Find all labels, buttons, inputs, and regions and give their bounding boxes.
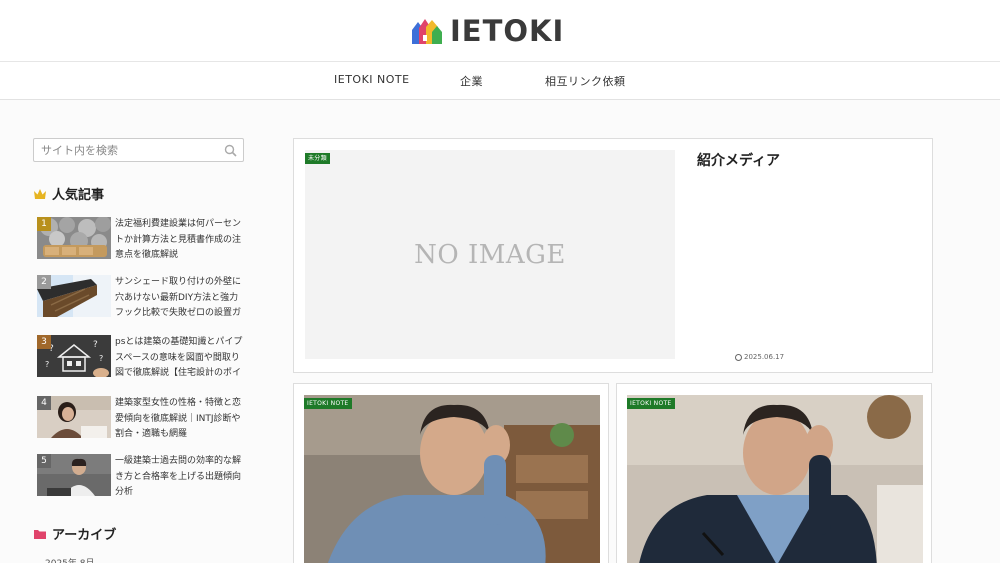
svg-text:?: ? (45, 360, 49, 369)
svg-text:?: ? (99, 354, 103, 363)
svg-text:?: ? (93, 340, 98, 350)
search-icon[interactable] (224, 144, 237, 157)
global-nav: IETOKI NOTE 企業 相互リンク依頼 (0, 62, 1000, 100)
popular-item[interactable]: 1 法定福利費建設業は何パーセントか計算方法と見積書作成の注意点を徹底解説 (33, 217, 245, 263)
popular-item-title[interactable]: psとは建築の基礎知識とパイプスペースの意味を図面や間取り図で徹底解説【住宅設計… (115, 335, 245, 382)
clock-icon (735, 353, 742, 361)
popular-item-title[interactable]: 建築家型女性の性格・特徴と恋愛傾向を徹底解説｜INTJ診断や割合・適職も網羅 (115, 396, 245, 443)
popular-item-title[interactable]: 法定福利費建設業は何パーセントか計算方法と見積書作成の注意点を徹底解説 (115, 217, 245, 264)
archive-widget-title: アーカイブ (33, 524, 116, 543)
popular-item-title[interactable]: 一級建築士過去問の効率的な解き方と合格率を上げる出題傾向分析 (115, 454, 245, 501)
rank-badge: 5 (37, 454, 51, 468)
rank-badge: 3 (37, 335, 51, 349)
crown-icon (34, 188, 46, 199)
popular-item[interactable]: 4 建築家型女性の性格・特徴と恋愛傾向を徹底解説｜INTJ診断や割合・適職も網羅 (33, 396, 245, 442)
sidebar: 人気記事 1 法定福利費建設業は何パーセントか計算方法と見積書作成の注意点を徹底… (33, 138, 245, 563)
article-card[interactable]: IETOKI NOTE (293, 383, 609, 563)
archive-title: アーカイブ (52, 528, 117, 543)
search-box (33, 138, 244, 162)
logo-text: IETOKI (450, 14, 565, 48)
popular-item[interactable]: 2 サンシェード取り付けの外壁に穴あけない最新DIY方法と強力フック比較で失敗ゼ… (33, 275, 245, 321)
nav-item-link-request[interactable]: 相互リンク依頼 (545, 73, 626, 89)
popular-widget-title: 人気記事 (33, 184, 104, 203)
category-badge: 未分類 (305, 153, 330, 164)
rank-badge: 4 (37, 396, 51, 410)
post-date: 2025.06.17 (735, 353, 784, 361)
featured-article-card[interactable]: NO IMAGE 未分類 紹介メディア 2025.06.17 (293, 138, 933, 373)
post-date-text: 2025.06.17 (744, 353, 785, 361)
category-badge: IETOKI NOTE (627, 398, 675, 409)
popular-item[interactable]: 5 一級建築士過去問の効率的な解き方と合格率を上げる出題傾向分析 (33, 454, 245, 500)
nav-item-ietoki-note[interactable]: IETOKI NOTE (334, 73, 410, 86)
article-card[interactable]: IETOKI NOTE (616, 383, 932, 563)
popular-item[interactable]: ? ? ? ? 3 psとは建築の基礎知識とパイプスペースの意味を図面や間取り図… (33, 335, 245, 381)
folder-icon (34, 529, 46, 539)
nav-item-company[interactable]: 企業 (460, 73, 483, 89)
article-thumbnail[interactable] (304, 395, 600, 563)
category-badge: IETOKI NOTE (304, 398, 352, 409)
house-logo-icon (412, 19, 442, 44)
site-logo[interactable]: IETOKI (410, 14, 564, 48)
rank-badge: 1 (37, 217, 51, 231)
popular-item-title[interactable]: サンシェード取り付けの外壁に穴あけない最新DIY方法と強力フック比較で失敗ゼロの… (115, 275, 245, 322)
no-image-text: NO IMAGE (414, 239, 566, 270)
no-image-placeholder[interactable]: NO IMAGE (305, 150, 675, 359)
site-header: IETOKI (0, 0, 1000, 62)
popular-title: 人気記事 (52, 188, 105, 203)
article-thumbnail[interactable] (627, 395, 923, 563)
featured-article-title[interactable]: 紹介メディア (697, 150, 780, 170)
search-input[interactable] (34, 139, 214, 162)
rank-badge: 2 (37, 275, 51, 289)
archive-item[interactable]: 2025年 8月 (45, 557, 95, 563)
